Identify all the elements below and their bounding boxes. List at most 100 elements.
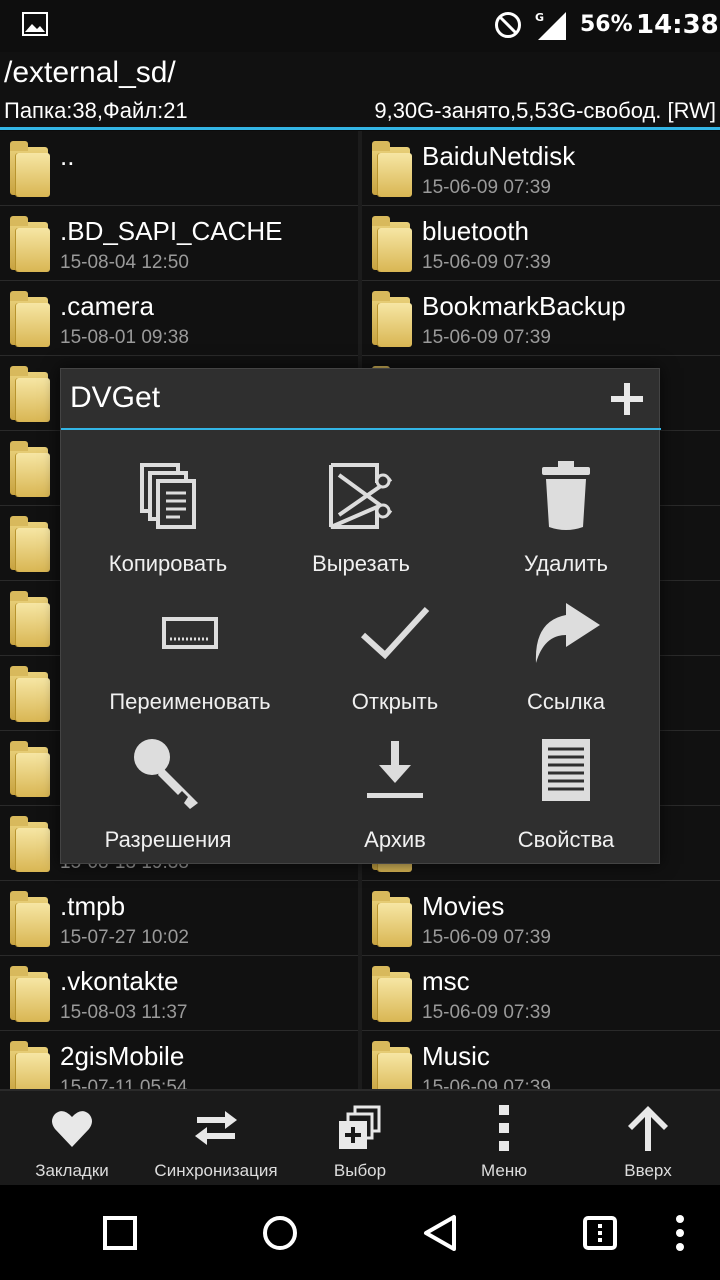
file-name: Music [422,1041,490,1071]
folder-icon [372,891,412,947]
properties-button[interactable]: Свойства [466,733,666,873]
file-list-item[interactable]: .BD_SAPI_CACHE 15-08-04 12:50 [0,206,358,281]
menu-key-icon[interactable] [576,1209,624,1257]
folder-icon [372,291,412,347]
sync-button[interactable]: Синхронизация [144,1091,288,1187]
delete-button[interactable]: Удалить [466,457,666,597]
open-button[interactable]: Открыть [295,595,495,735]
file-name: Movies [422,891,505,921]
header-divider [0,127,720,130]
file-list-item[interactable]: msc 15-06-09 07:39 [362,956,720,1031]
file-name: msc [422,966,470,996]
file-name: .BD_SAPI_CACHE [60,216,283,246]
file-name: .. [60,141,75,171]
file-date: 15-06-09 07:39 [422,927,551,948]
file-name: BookmarkBackup [422,291,626,321]
file-date: 15-07-27 10:02 [60,927,189,948]
recents-icon[interactable] [96,1209,144,1257]
bookmarks-button[interactable]: Закладки [0,1091,144,1187]
folder-icon [10,891,50,947]
cut-button[interactable]: Вырезать [261,457,461,597]
back-icon[interactable] [416,1209,464,1257]
folder-icon [10,966,50,1022]
file-list-item[interactable]: .. [0,131,358,206]
cut-icon [329,463,393,529]
system-nav-bar [0,1185,720,1280]
storage-space: 9,30G-занято,5,53G-свобод. [RW] [374,98,716,123]
folder-icon [10,291,50,347]
folder-icon [10,516,50,572]
archive-button[interactable]: Архив [295,733,495,873]
trash-icon [542,461,590,530]
link-button[interactable]: Ссылка [466,595,666,735]
home-icon[interactable] [256,1209,304,1257]
archive-label: Архив [364,827,426,852]
current-path[interactable]: /external_sd/ [4,56,176,90]
folder-icon [10,366,50,422]
more-vertical-icon [499,1105,509,1151]
dialog-title: DVGet [70,381,161,414]
copy-icon [140,463,196,529]
sync-arrows-icon [195,1111,237,1145]
select-button[interactable]: Выбор [288,1091,432,1187]
folder-icon [10,216,50,272]
signal-icon: G [535,11,566,40]
rename-button[interactable]: Переименовать [90,595,290,735]
actions-dialog: DVGet Копировать Вырезать Удалить Переим… [60,368,661,864]
sync-label: Синхронизация [154,1161,278,1180]
file-date: 15-07-11 05:54 [60,1077,188,1089]
folder-icon [10,666,50,722]
properties-icon [542,739,590,801]
file-list-item[interactable]: BaiduNetdisk 15-06-09 07:39 [362,131,720,206]
file-list-item[interactable]: .camera 15-08-01 09:38 [0,281,358,356]
folder-icon [372,1041,412,1089]
file-date: 15-06-09 07:39 [422,1002,551,1023]
permissions-button[interactable]: Разрешения [68,733,268,873]
file-date: 15-08-04 12:50 [60,252,189,273]
folder-icon [10,141,50,197]
file-date: 15-06-09 07:39 [422,177,551,198]
path-header: /external_sd/ Папка:38,Файл:21 9,30G-зан… [0,52,720,128]
heart-icon [52,1111,92,1147]
delete-label: Удалить [524,551,608,576]
file-date: 15-08-03 11:37 [60,1002,188,1023]
file-list-item[interactable]: .vkontakte 15-08-03 11:37 [0,956,358,1031]
arrow-up-icon [628,1106,668,1151]
network-type-label: G [535,11,544,24]
file-list-item[interactable]: Music 15-06-09 07:39 [362,1031,720,1089]
folder-icon [372,966,412,1022]
file-list-item[interactable]: .tmpb 15-07-27 10:02 [0,881,358,956]
folder-icon [10,591,50,647]
item-counts: Папка:38,Файл:21 [4,98,188,123]
image-notification-icon [22,12,48,36]
file-name: .vkontakte [60,966,179,996]
file-date: 15-06-09 07:39 [422,327,551,348]
menu-label: Меню [481,1161,527,1180]
file-list-item[interactable]: bluetooth 15-06-09 07:39 [362,206,720,281]
folder-icon [10,1041,50,1089]
file-list-item[interactable]: BookmarkBackup 15-06-09 07:39 [362,281,720,356]
file-list-item[interactable]: Movies 15-06-09 07:39 [362,881,720,956]
file-name: bluetooth [422,216,529,246]
menu-button[interactable]: Меню [432,1091,576,1187]
file-name: .camera [60,291,154,321]
file-name: .tmpb [60,891,126,921]
add-icon[interactable] [607,379,647,419]
multi-select-icon [339,1105,381,1149]
copy-button[interactable]: Копировать [68,457,268,597]
cut-label: Вырезать [312,551,410,576]
battery-percent: 56% [580,12,633,37]
folder-icon [372,141,412,197]
do-not-disturb-icon [495,12,521,38]
archive-download-icon [367,741,423,798]
folder-icon [10,741,50,797]
clock: 14:38 [636,10,719,40]
file-date: 15-06-09 07:39 [422,1077,551,1089]
up-label: Вверх [624,1161,672,1180]
link-label: Ссылка [527,689,605,714]
file-list-item[interactable]: 2gisMobile 15-07-11 05:54 [0,1031,358,1089]
share-arrow-icon [535,603,600,663]
up-button[interactable]: Вверх [576,1091,720,1187]
checkmark-icon [360,606,430,660]
overflow-icon[interactable] [656,1209,704,1257]
